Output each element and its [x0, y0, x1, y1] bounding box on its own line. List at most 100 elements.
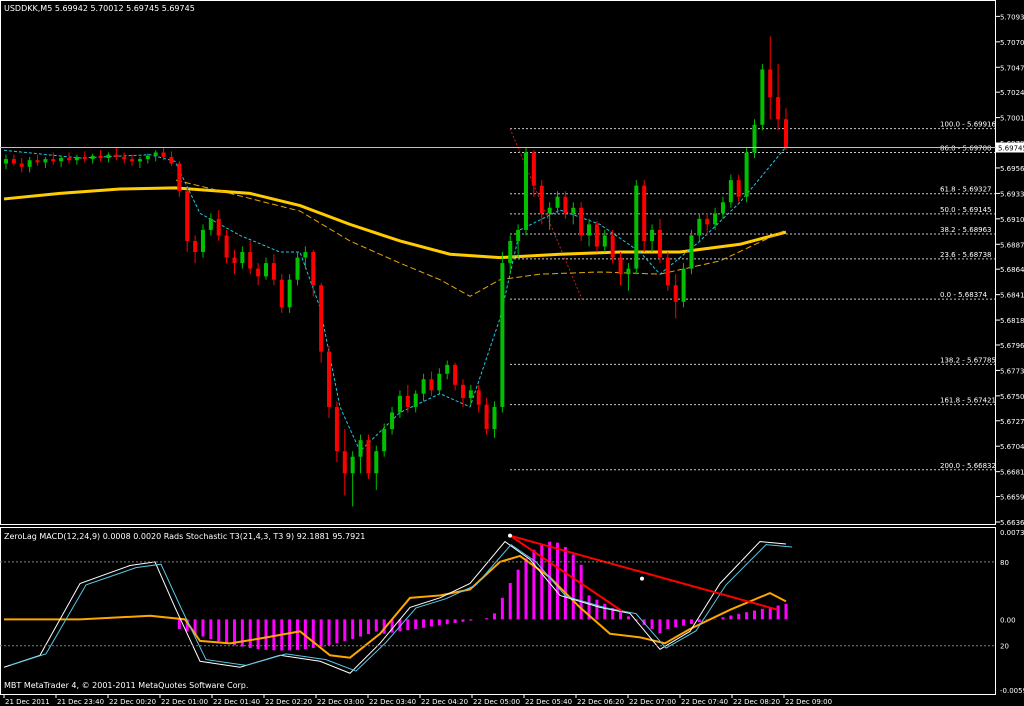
candle-body[interactable] [27, 160, 32, 167]
candle-body[interactable] [665, 257, 670, 286]
candle-body[interactable] [303, 252, 308, 258]
candle-body[interactable] [311, 252, 316, 286]
candle-body[interactable] [74, 156, 79, 161]
candle-body[interactable] [130, 159, 135, 162]
candle-body[interactable] [445, 364, 450, 374]
candle-body[interactable] [397, 395, 402, 413]
candle-body[interactable] [208, 218, 213, 230]
candle-body[interactable] [720, 202, 725, 214]
candle-body[interactable] [634, 185, 639, 269]
candle-body[interactable] [602, 235, 607, 247]
candle-body[interactable] [728, 180, 733, 203]
candle-body[interactable] [768, 69, 773, 98]
candle-body[interactable] [51, 159, 56, 162]
candle-body[interactable] [571, 207, 576, 214]
candle-body[interactable] [697, 218, 702, 236]
candle-body[interactable] [295, 257, 300, 280]
candle-body[interactable] [271, 263, 276, 280]
candle-body[interactable] [114, 154, 119, 157]
candle-body[interactable] [531, 152, 536, 186]
candle-body[interactable] [618, 257, 623, 275]
candle-body[interactable] [539, 185, 544, 214]
candle-body[interactable] [705, 218, 710, 225]
candle-body[interactable] [216, 218, 221, 236]
candle-body[interactable] [35, 160, 40, 163]
candle-body[interactable] [287, 279, 292, 308]
candle-body[interactable] [350, 456, 355, 474]
candle-body[interactable] [19, 163, 24, 167]
candle-body[interactable] [673, 285, 678, 302]
candle-body[interactable] [366, 440, 371, 474]
candle-body[interactable] [713, 213, 718, 225]
candle-body[interactable] [429, 379, 434, 391]
candle-body[interactable] [579, 207, 584, 236]
candle-body[interactable] [334, 406, 339, 452]
candle-body[interactable] [106, 154, 111, 158]
candle-body[interactable] [460, 384, 465, 399]
candle-body[interactable] [681, 268, 686, 302]
candle-body[interactable] [374, 451, 379, 474]
candle-body[interactable] [468, 390, 473, 399]
candle-body[interactable] [563, 196, 568, 214]
candle-body[interactable] [626, 268, 631, 275]
candle-body[interactable] [413, 393, 418, 407]
candle-body[interactable] [4, 159, 8, 164]
candle-body[interactable] [59, 158, 64, 162]
candle-body[interactable] [776, 97, 781, 120]
candle-body[interactable] [650, 229, 655, 241]
candle-body[interactable] [453, 364, 458, 385]
candle-body[interactable] [153, 152, 158, 156]
candle-body[interactable] [169, 156, 174, 164]
candle-body[interactable] [610, 235, 615, 258]
candle-body[interactable] [327, 351, 332, 407]
candle-body[interactable] [642, 185, 647, 241]
candle-body[interactable] [342, 451, 347, 474]
candle-body[interactable] [524, 152, 528, 230]
candle-body[interactable] [161, 152, 166, 157]
candle-body[interactable] [555, 196, 560, 208]
candle-body[interactable] [98, 155, 103, 158]
candle-body[interactable] [689, 235, 694, 269]
candle-body[interactable] [67, 158, 72, 161]
candle-body[interactable] [358, 440, 363, 457]
candle-body[interactable] [82, 156, 87, 160]
candle-body[interactable] [177, 163, 182, 192]
candle-body[interactable] [437, 373, 442, 391]
candle-body[interactable] [256, 268, 261, 277]
candle-body[interactable] [476, 390, 481, 405]
candle-body[interactable] [193, 240, 198, 253]
candle-body[interactable] [421, 379, 426, 394]
candle-body[interactable] [122, 156, 127, 160]
candle-body[interactable] [657, 229, 662, 258]
candle-body[interactable] [390, 412, 395, 430]
candle-body[interactable] [145, 155, 150, 160]
candle-body[interactable] [784, 119, 788, 147]
candle-body[interactable] [760, 69, 765, 125]
candle-body[interactable] [587, 224, 592, 236]
candle-body[interactable] [736, 180, 741, 197]
candle-body[interactable] [752, 124, 757, 153]
trading-chart[interactable]: 100.0 - 5.69916 86.0 - 5.69700 61.8 - 5.69… [0, 0, 1024, 706]
candle-body[interactable] [492, 406, 497, 430]
candle-body[interactable] [11, 159, 16, 164]
candle-body[interactable] [382, 429, 387, 452]
candle-body[interactable] [484, 404, 489, 430]
candle-body[interactable] [137, 159, 142, 162]
candle-body[interactable] [43, 159, 48, 163]
candle-body[interactable] [240, 252, 245, 264]
candle-body[interactable] [200, 229, 205, 253]
candle-body[interactable] [744, 152, 749, 197]
candle-body[interactable] [90, 155, 95, 160]
candle-body[interactable] [248, 252, 253, 269]
candle-body[interactable] [264, 263, 268, 277]
candle-body[interactable] [500, 263, 505, 407]
candle-body[interactable] [279, 279, 284, 308]
candle-body[interactable] [547, 207, 552, 214]
candle-body[interactable] [319, 285, 324, 352]
candle-body[interactable] [516, 229, 521, 241]
candle-body[interactable] [185, 191, 190, 241]
candle-body[interactable] [508, 240, 513, 264]
candle-body[interactable] [594, 224, 599, 247]
candle-body[interactable] [405, 395, 410, 407]
candle-body[interactable] [224, 235, 229, 258]
